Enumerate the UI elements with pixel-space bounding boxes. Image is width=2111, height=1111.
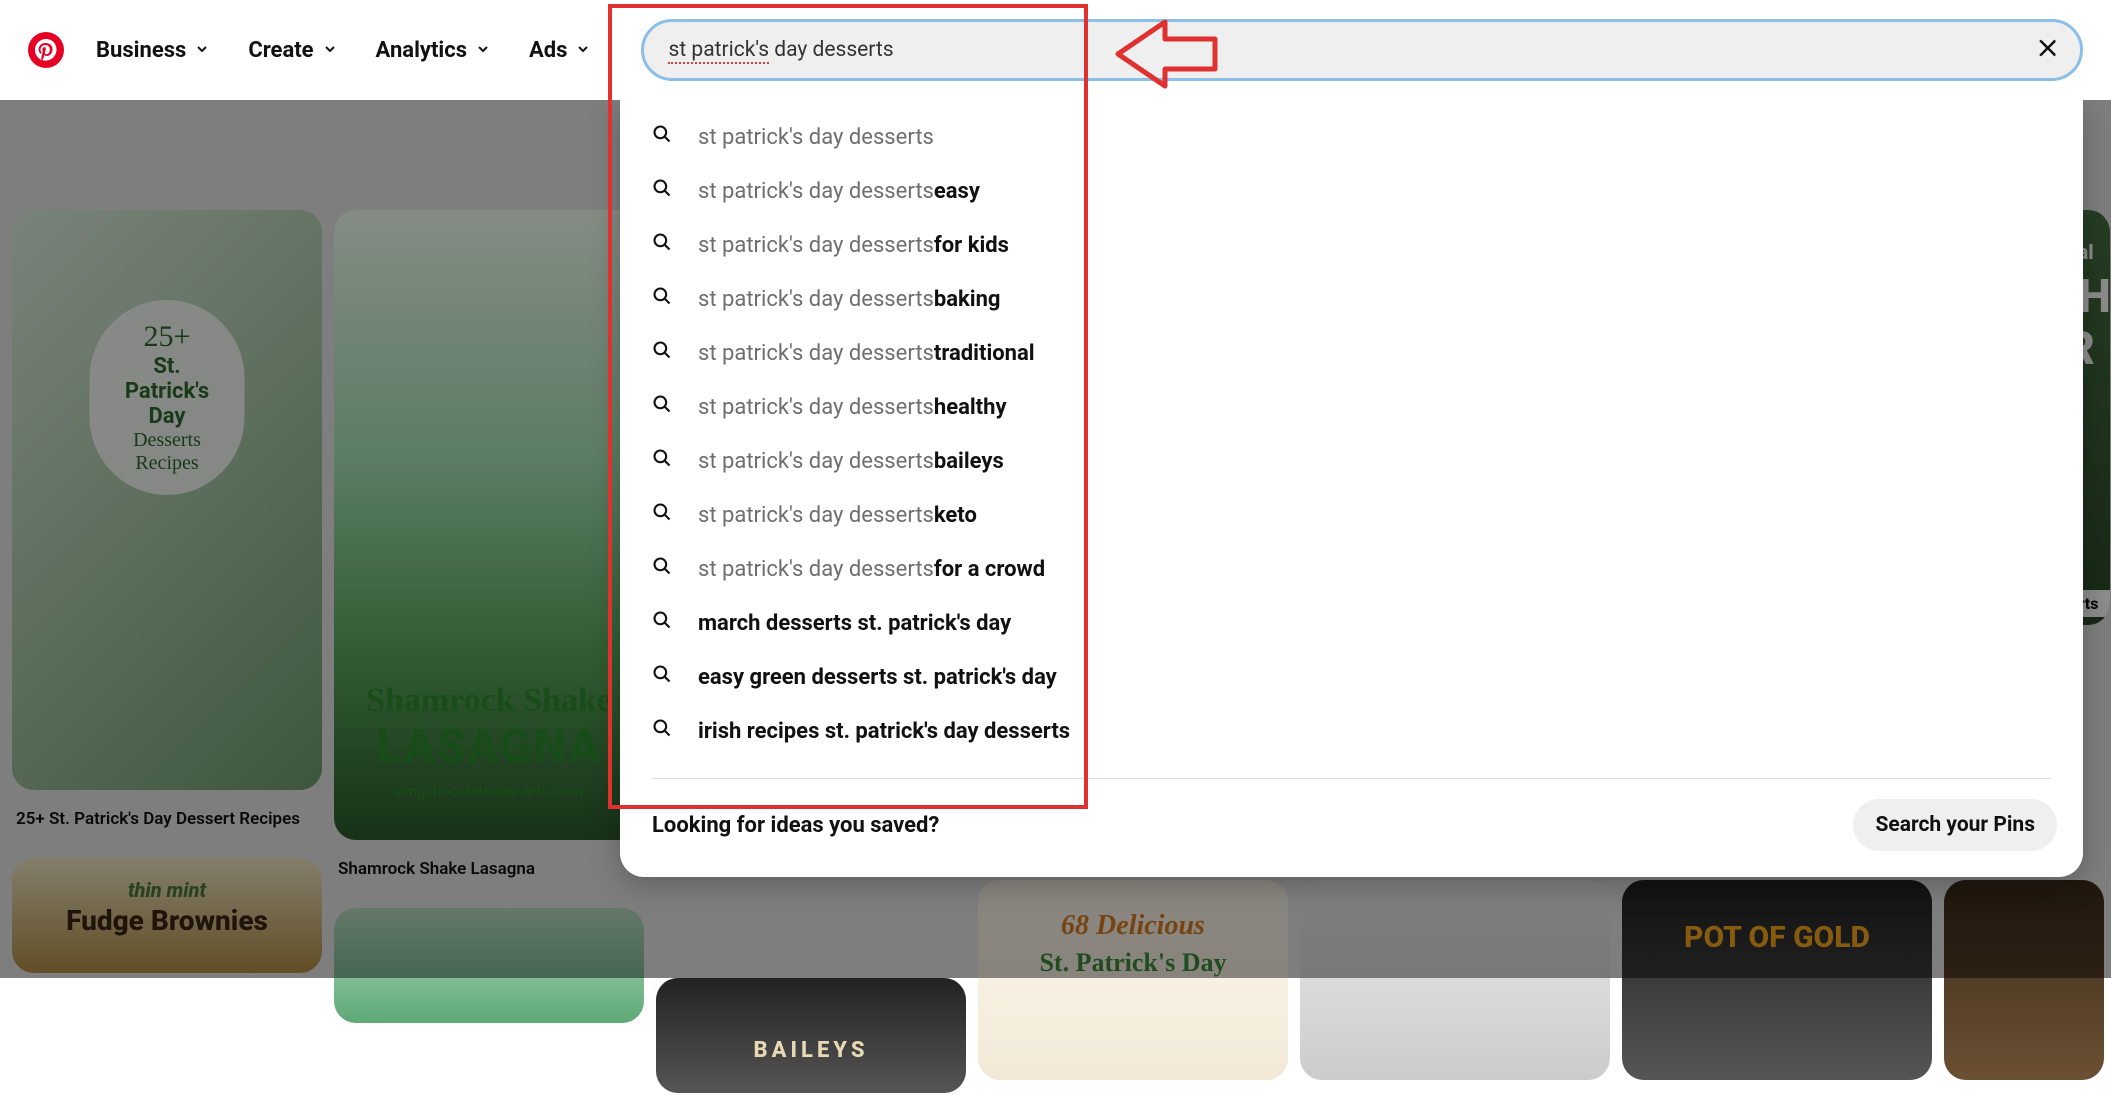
suggestion-prefix: st patrick's day desserts: [698, 179, 934, 204]
suggestion-prefix: st patrick's day desserts: [698, 233, 934, 258]
pin-image: BAILEYS: [656, 978, 966, 1093]
search-icon: [652, 124, 672, 150]
search-wrap: st patrick's day desserts: [641, 19, 2083, 81]
pin-overlay-text: BAILEYS: [656, 1038, 966, 1063]
chevron-down-icon: [575, 38, 591, 63]
suggestion-item[interactable]: march desserts st. patrick's day: [620, 596, 2083, 650]
chevron-down-icon: [322, 38, 338, 63]
suggestion-suffix: traditional: [934, 341, 1035, 366]
dropdown-footer: Looking for ideas you saved? Search your…: [620, 799, 2083, 851]
search-icon: [652, 232, 672, 258]
suggestion-item[interactable]: st patrick's day desserts keto: [620, 488, 2083, 542]
search-query-rest: day desserts: [769, 38, 894, 62]
close-icon: [2035, 35, 2061, 61]
suggestion-item[interactable]: st patrick's day desserts healthy: [620, 380, 2083, 434]
nav-business-label: Business: [96, 38, 186, 63]
search-icon: [652, 556, 672, 582]
nav-analytics[interactable]: Analytics: [370, 28, 497, 73]
nav-ads-label: Ads: [529, 38, 567, 63]
search-suggestions-dropdown: st patrick's day dessertsst patrick's da…: [620, 100, 2083, 877]
suggestion-prefix: st patrick's day desserts: [698, 557, 934, 582]
suggestion-prefix: st patrick's day desserts: [698, 449, 934, 474]
search-icon: [652, 718, 672, 744]
suggestion-text: easy green desserts st. patrick's day: [698, 665, 1057, 690]
suggestion-item[interactable]: st patrick's day desserts for kids: [620, 218, 2083, 272]
clear-search-button[interactable]: [2035, 35, 2061, 65]
suggestion-suffix: baileys: [934, 449, 1004, 474]
search-icon: [652, 286, 672, 312]
search-icon: [652, 502, 672, 528]
chevron-down-icon: [194, 38, 210, 63]
suggestion-prefix: st patrick's day desserts: [698, 287, 934, 312]
suggestion-prefix: st patrick's day desserts: [698, 395, 934, 420]
pinterest-icon: [35, 39, 57, 61]
pinterest-logo[interactable]: [28, 32, 64, 68]
nav-business[interactable]: Business: [90, 28, 216, 73]
nav-ads[interactable]: Ads: [523, 28, 597, 73]
suggestion-prefix: st patrick's day desserts: [698, 341, 934, 366]
suggestion-text: march desserts st. patrick's day: [698, 611, 1011, 636]
suggestion-item[interactable]: st patrick's day desserts easy: [620, 164, 2083, 218]
suggestion-suffix: healthy: [934, 395, 1007, 420]
search-icon: [652, 448, 672, 474]
suggestion-item[interactable]: st patrick's day desserts for a crowd: [620, 542, 2083, 596]
suggestion-suffix: keto: [934, 503, 977, 528]
search-icon: [652, 664, 672, 690]
suggestion-list: st patrick's day dessertsst patrick's da…: [620, 100, 2083, 772]
search-your-pins-button[interactable]: Search your Pins: [1853, 799, 2057, 851]
suggestion-item[interactable]: st patrick's day desserts baileys: [620, 434, 2083, 488]
suggestion-suffix: for a crowd: [934, 557, 1045, 582]
suggestion-text: irish recipes st. patrick's day desserts: [698, 719, 1070, 744]
nav-analytics-label: Analytics: [376, 38, 467, 63]
suggestion-item[interactable]: easy green desserts st. patrick's day: [620, 650, 2083, 704]
search-icon: [652, 610, 672, 636]
suggestion-suffix: baking: [934, 287, 1001, 312]
footer-label: Looking for ideas you saved?: [652, 813, 939, 838]
nav-create[interactable]: Create: [242, 28, 343, 73]
search-icon: [652, 394, 672, 420]
suggestion-item[interactable]: st patrick's day desserts baking: [620, 272, 2083, 326]
divider: [652, 778, 2051, 779]
search-icon: [652, 340, 672, 366]
pin-card[interactable]: BAILEYS: [656, 978, 966, 1093]
suggestion-prefix: st patrick's day desserts: [698, 125, 934, 150]
search-bar[interactable]: st patrick's day desserts: [641, 19, 2083, 81]
suggestion-item[interactable]: st patrick's day desserts: [620, 110, 2083, 164]
suggestion-prefix: st patrick's day desserts: [698, 503, 934, 528]
search-input[interactable]: st patrick's day desserts: [668, 38, 2020, 62]
nav-create-label: Create: [248, 38, 313, 63]
chevron-down-icon: [475, 38, 491, 63]
top-header: Business Create Analytics Ads st patrick…: [0, 0, 2111, 100]
suggestion-suffix: easy: [934, 179, 980, 204]
suggestion-suffix: for kids: [934, 233, 1009, 258]
suggestion-item[interactable]: irish recipes st. patrick's day desserts: [620, 704, 2083, 758]
search-query-underlined: st patrick's: [668, 38, 769, 64]
suggestion-item[interactable]: st patrick's day desserts traditional: [620, 326, 2083, 380]
search-icon: [652, 178, 672, 204]
